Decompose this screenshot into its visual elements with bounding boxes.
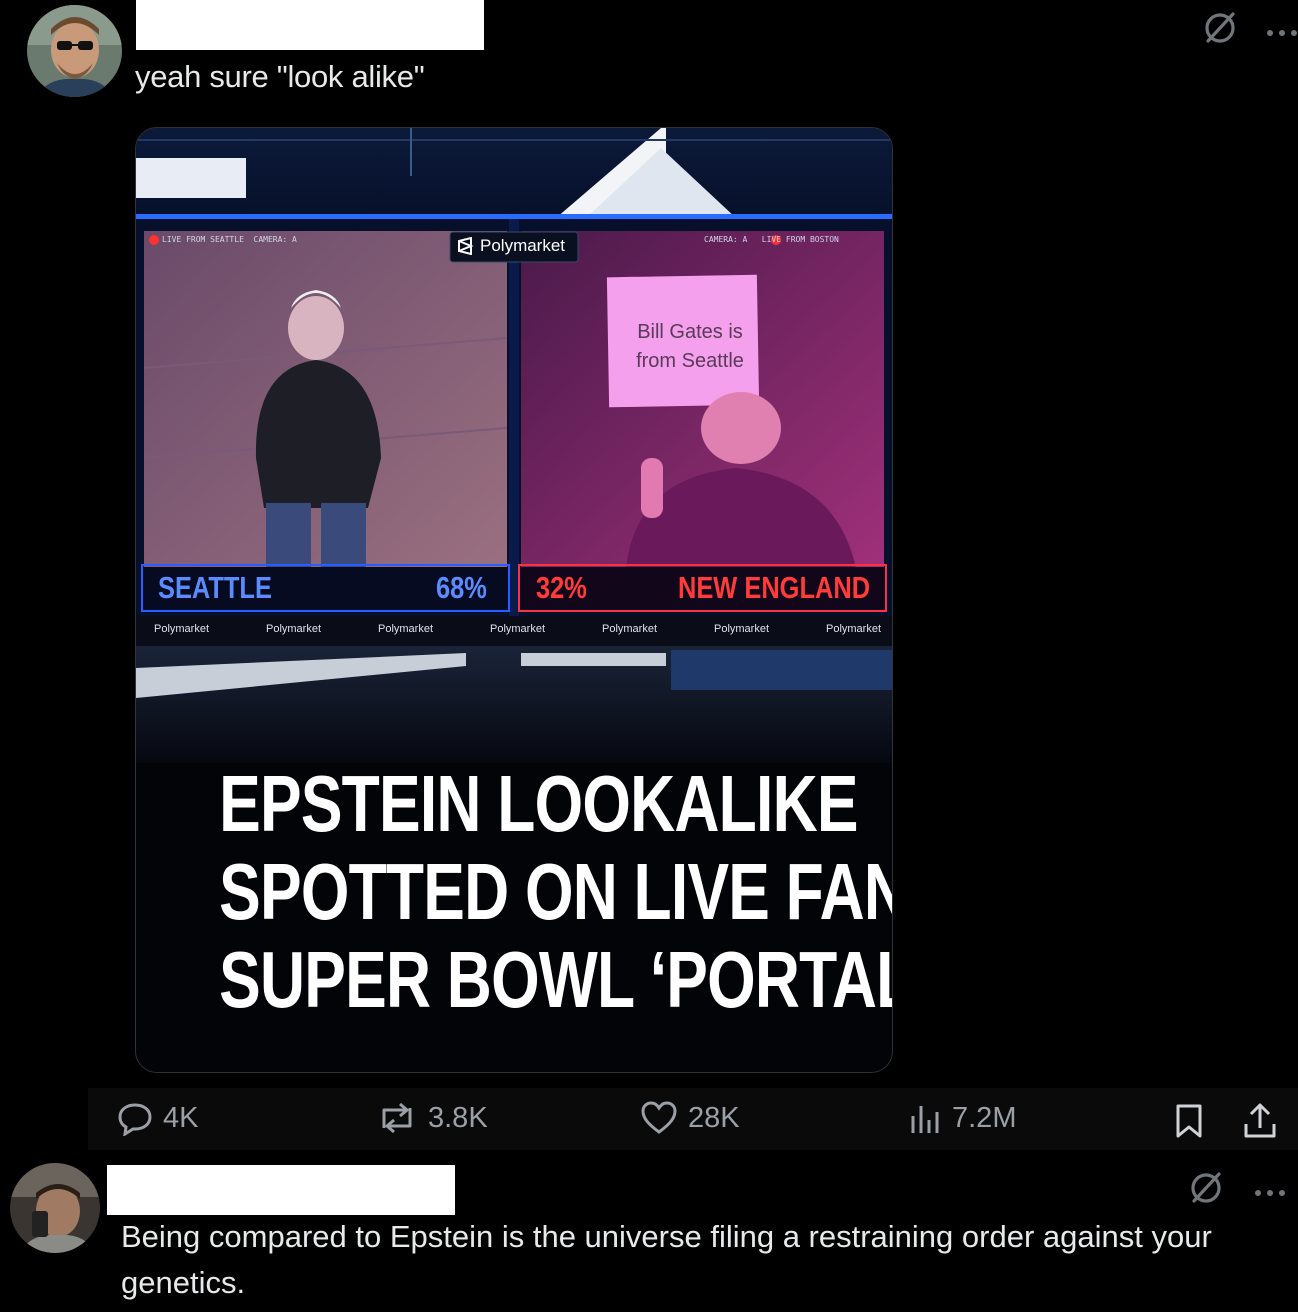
grok-icon[interactable] [1200,8,1240,53]
ticker-item: Polymarket [602,623,658,635]
bookmark-button[interactable] [1173,1103,1205,1144]
repost-icon [376,1100,418,1136]
headline-line: EPSTEIN LOOKALIKE [219,759,858,848]
post-text: yeah sure "look alike" [135,59,425,94]
new-england-label: NEW ENGLAND [678,570,871,605]
bookmark-icon [1176,1104,1202,1138]
seattle-percent: 68% [436,570,487,605]
seattle-label: SEATTLE [158,570,272,605]
share-button[interactable] [1242,1102,1278,1145]
ticker-item: Polymarket [490,623,546,635]
views-count: 7.2M [952,1101,1017,1134]
like-count: 28K [688,1101,740,1134]
share-icon [1244,1103,1276,1138]
right-live-label: CAMERA: A LIVE FROM BOSTON [704,235,839,244]
reply-text: Being compared to Epstein is the univers… [121,1219,1212,1300]
new-england-percent: 32% [536,570,587,605]
redacted-reply-username [107,1165,455,1215]
more-icon[interactable] [1266,24,1298,42]
repost-button[interactable]: 3.8K [376,1100,488,1136]
heart-icon [640,1100,678,1136]
reply-avatar[interactable] [10,1163,100,1253]
analytics-icon [908,1100,942,1136]
views-button[interactable]: 7.2M [908,1100,1016,1136]
polymarket-badge-label: Polymarket [480,236,566,255]
redacted-username [136,0,484,50]
reply-icon [117,1100,153,1136]
headline: EPSTEIN LOOKALIKE SPOTTED ON LIVE FAN SU… [219,759,893,1024]
reply-grok-icon[interactable] [1186,1168,1226,1213]
headline-line: SPOTTED ON LIVE FAN [219,847,893,936]
like-button[interactable]: 28K [640,1100,740,1136]
post-media[interactable]: LIVE FROM SEATTLE CAMERA: A CAMERA: A LI… [135,127,893,1073]
reply-count: 4K [163,1101,199,1134]
left-live-label: LIVE FROM SEATTLE CAMERA: A [162,235,297,244]
reply-button[interactable]: 4K [117,1100,198,1136]
repost-count: 3.8K [428,1101,488,1134]
ticker-item: Polymarket [826,623,882,635]
sign-text: Bill Gates is from Seattle [636,321,744,372]
ticker-strip: Polymarket Polymarket Polymarket Polymar… [140,623,892,635]
ticker-item: Polymarket [266,623,322,635]
ticker-item: Polymarket [154,623,210,635]
author-avatar[interactable] [27,5,122,97]
ticker-item: Polymarket [378,623,434,635]
polymarket-logo-icon [456,237,474,255]
polymarket-badge: Polymarket [456,236,565,256]
reply-more-icon[interactable] [1254,1184,1286,1202]
ticker-item: Polymarket [714,623,770,635]
headline-line: SUPER BOWL ‘PORTAL’ [219,935,893,1024]
